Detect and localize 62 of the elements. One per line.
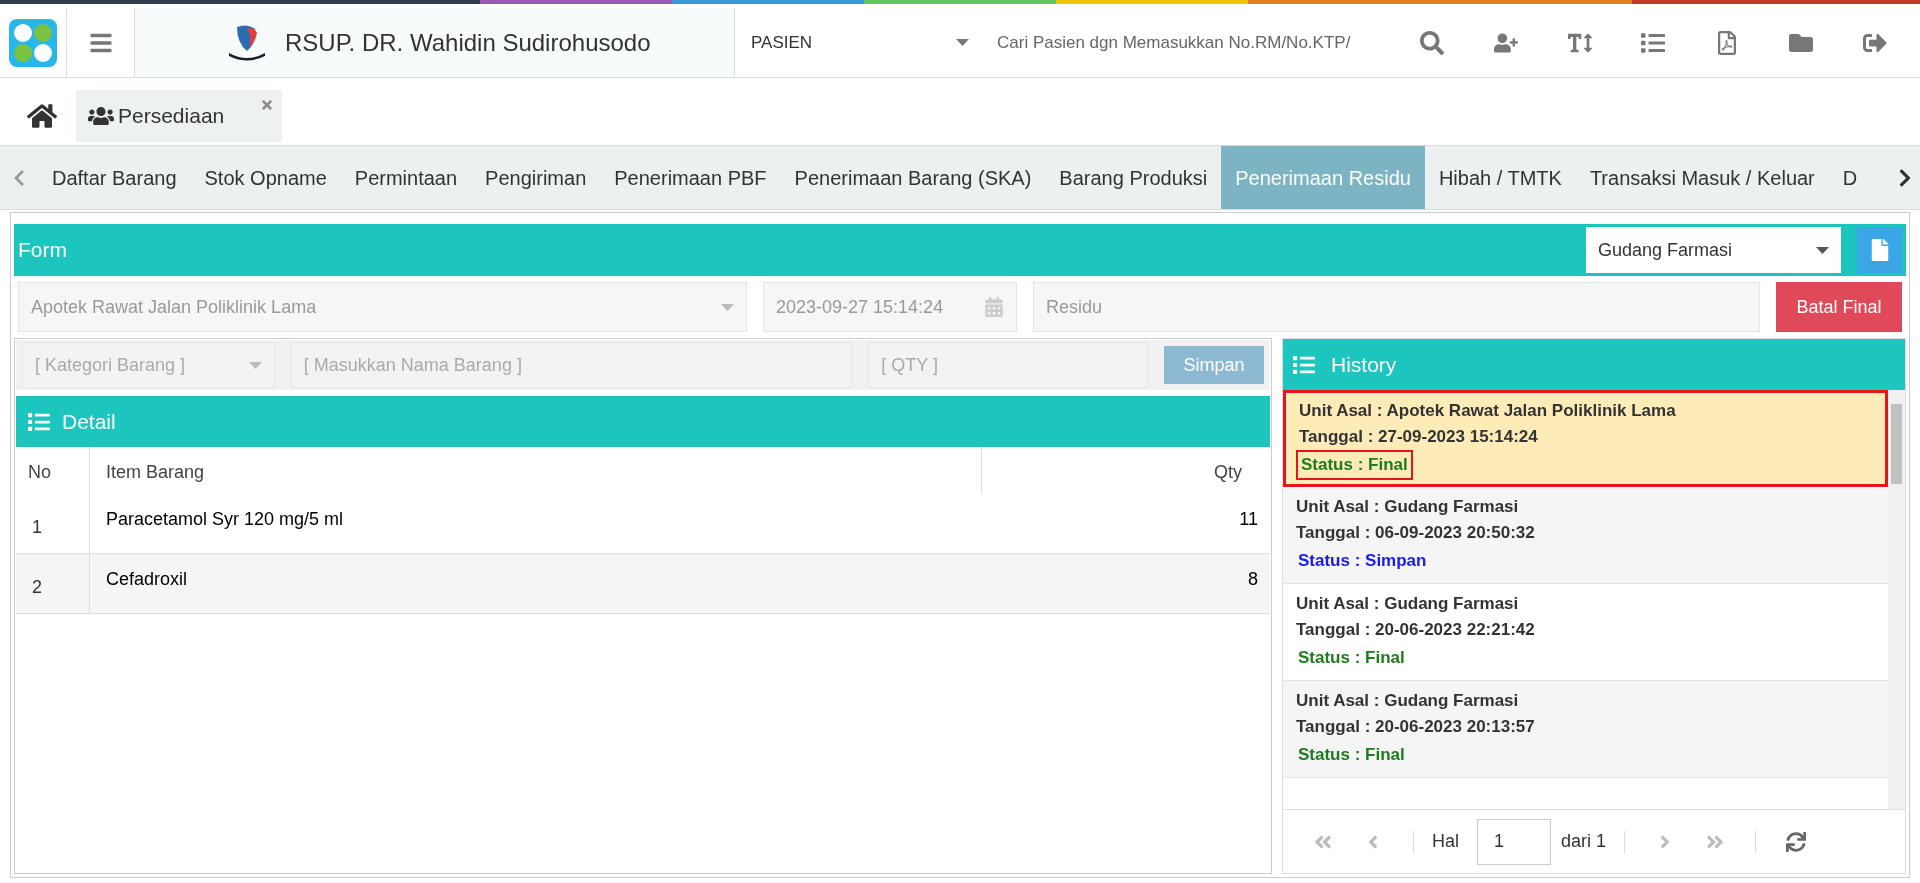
module-tab[interactable]: Permintaan	[340, 146, 472, 209]
refresh-icon	[1786, 831, 1807, 852]
column-header: No	[27, 461, 52, 484]
module-tab[interactable]: Daftar Barang	[38, 146, 191, 209]
unit-label: Unit Asal : Gudang Farmasi	[1296, 690, 1520, 712]
unit-label: Unit Asal : Apotek Rawat Jalan Poliklinik Lama	[1299, 399, 1677, 422]
status-label: Status : Final	[1296, 449, 1413, 480]
caret-icon	[956, 39, 969, 46]
table-cell: Cefadroxil	[89, 554, 982, 613]
scrollbar[interactable]	[1888, 390, 1905, 809]
list-icon	[28, 410, 50, 433]
table-cell-text: 2	[31, 576, 43, 599]
module-tab[interactable]: Pengiriman	[471, 146, 601, 209]
unit-label: Unit Asal : Gudang Farmasi	[1296, 496, 1520, 518]
date-label: Tanggal : 27-09-2023 15:14:24	[1299, 425, 1539, 448]
module-tab[interactable]: Hibah / TMTK	[1424, 146, 1576, 209]
search-button[interactable]	[1419, 30, 1444, 55]
page-tab[interactable]: Persediaan	[76, 90, 282, 142]
module-tab[interactable]: Penerimaan Barang (SKA)	[780, 146, 1046, 209]
history-item[interactable]: Unit Asal : Apotek Rawat Jalan Poliklinik Lama Tanggal : 27-09-2023 15:14:24 Status : Final	[1283, 390, 1888, 487]
page-label: Hal	[1432, 830, 1459, 853]
module-tab[interactable]: D	[1828, 146, 1872, 209]
list-icon	[1293, 353, 1315, 376]
close-icon	[260, 98, 274, 112]
column-header: Qty	[1213, 461, 1243, 484]
table-cell-text: 8	[1247, 568, 1259, 591]
list-button[interactable]	[1641, 30, 1666, 55]
search-type-select[interactable]: PASIEN	[735, 8, 985, 77]
date-label: Tanggal : 20-06-2023 20:13:57	[1296, 716, 1536, 738]
history-item[interactable]: Unit Asal : Gudang Farmasi Tanggal : 06-09-2023 20:50:32 Status : Simpan	[1283, 487, 1888, 584]
table-cell-text: 11	[1238, 508, 1259, 531]
table-cell-text: 1	[31, 516, 43, 539]
caret-icon	[1816, 246, 1829, 254]
hospital-name: RSUP. DR. Wahidin Sudirohusodo	[285, 27, 651, 58]
calendar-icon	[984, 297, 1004, 317]
module-tab[interactable]: Penerimaan PBF	[600, 146, 781, 209]
new-document-button[interactable]	[1857, 227, 1902, 273]
module-tab[interactable]: Transaksi Masuk / Keluar	[1575, 146, 1829, 209]
logo-icon	[9, 18, 57, 67]
status-label: Status : Final	[1297, 744, 1406, 766]
module-tab[interactable]: Stok Opname	[190, 146, 341, 209]
add-user-button[interactable]	[1493, 30, 1518, 55]
patient-search-field[interactable]: Cari Pasien dgn Memasukkan No.RM/No.KTP/	[985, 8, 1395, 77]
caret-icon	[721, 303, 734, 311]
status-label: Status : Final	[1297, 647, 1406, 669]
refresh-button[interactable]	[1786, 831, 1807, 852]
detail-title: Detail	[62, 408, 116, 435]
home-icon	[27, 101, 57, 131]
unit-label: Unit Asal : Gudang Farmasi	[1296, 593, 1520, 615]
module-tab[interactable]: Barang Produksi	[1045, 146, 1222, 209]
date-label: Tanggal : 06-09-2023 20:50:32	[1296, 522, 1536, 544]
form-title: Form	[18, 237, 67, 264]
page-count: dari 1	[1561, 830, 1607, 853]
cancel-final-button[interactable]: Batal Final	[1776, 282, 1902, 332]
warehouse-select[interactable]: Gudang Farmasi	[1586, 227, 1841, 273]
table-cell: Paracetamol Syr 120 mg/5 ml	[89, 494, 982, 553]
history-title: History	[1331, 351, 1397, 378]
history-item[interactable]: Unit Asal : Gudang Farmasi Tanggal : 20-06-2023 20:13:57 Status : Final	[1283, 681, 1888, 778]
caret-icon	[248, 361, 262, 369]
date-label: Tanggal : 20-06-2023 22:21:42	[1296, 619, 1536, 641]
page-field[interactable]: 1	[1477, 818, 1551, 865]
status-label: Status : Simpan	[1297, 550, 1428, 572]
